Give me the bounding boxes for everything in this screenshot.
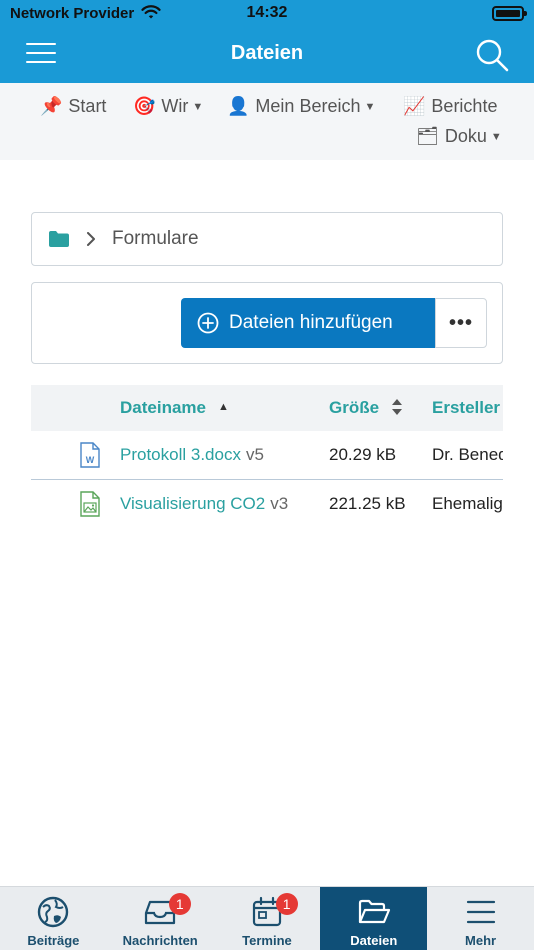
tab-label: Termine [242, 933, 292, 948]
word-file-icon: W [80, 442, 100, 468]
top-bar: Network Provider 14:32 Dateien [0, 0, 534, 83]
file-version: v3 [270, 494, 289, 513]
file-creator: Ehemaliger [432, 494, 503, 513]
status-bar: Network Provider 14:32 [0, 0, 534, 28]
file-table: Dateiname ▲ Größe Ersteller W Protokoll 3… [31, 385, 503, 529]
subnav-item-label: Start [68, 96, 107, 116]
sort-icon [392, 398, 403, 415]
breadcrumb: Formulare [31, 212, 503, 266]
more-options-button[interactable]: ••• [435, 298, 487, 348]
card-index-icon: 🗂 [416, 126, 439, 146]
tab-label: Mehr [465, 933, 497, 948]
table-row[interactable]: W Protokoll 3.docxv5 20.29 kB Dr. Benedi… [31, 431, 503, 480]
notification-badge: 1 [275, 893, 298, 915]
chevron-down-icon: ▼ [364, 100, 376, 113]
folder-icon[interactable] [48, 230, 70, 248]
status-time: 14:32 [246, 4, 288, 21]
svg-text:W: W [86, 455, 95, 465]
chevron-down-icon: ▼ [490, 130, 502, 143]
file-creator: Dr. Benedikt [432, 445, 503, 464]
navigation-bar: Dateien [0, 28, 534, 83]
tab-nachrichten[interactable]: 1 Nachrichten [107, 887, 214, 950]
battery-icon [492, 6, 527, 21]
column-header-size[interactable]: Größe [329, 398, 403, 418]
subnav-item-doku[interactable]: 🗂 Doku ▼ [416, 126, 502, 147]
image-file-icon [80, 491, 100, 517]
search-icon[interactable] [474, 37, 510, 73]
chart-increasing-icon: 📈 [403, 96, 426, 116]
chevron-down-icon: ▼ [192, 100, 204, 113]
tab-label: Nachrichten [122, 933, 198, 948]
file-size: 221.25 kB [329, 494, 406, 513]
column-header-name-label: Dateiname [120, 398, 206, 417]
file-name-link[interactable]: Protokoll 3.docx v5 [120, 445, 264, 465]
subnav-item-label: Berichte [431, 96, 498, 116]
column-header-size-label: Größe [329, 398, 380, 417]
add-files-button[interactable]: Dateien hinzufügen [181, 298, 436, 348]
file-size: 20.29 kB [329, 445, 397, 464]
notification-badge: 1 [168, 893, 191, 915]
subnav-item-berichte[interactable]: 📈 Berichte [403, 96, 497, 117]
file-version: v5 [245, 445, 264, 464]
globe-icon [38, 896, 69, 928]
sort-ascending-icon: ▲ [217, 401, 229, 413]
section-navigation: 📌 Start 🎯 Wir ▼ 👤 Mein Bereich ▼ 📈 Beric… [0, 83, 534, 160]
breadcrumb-current: Formulare [112, 228, 199, 249]
plus-circle-icon [197, 312, 219, 334]
file-name: Visualisierung CO2 [120, 494, 266, 513]
add-files-label: Dateien hinzufügen [229, 312, 393, 333]
menu-icon [466, 900, 495, 924]
bottom-tab-bar: Beiträge 1 Nachrichten 1 Termine Dateien [0, 886, 534, 950]
target-icon: 🎯 [133, 96, 156, 116]
column-header-creator[interactable]: Ersteller [432, 398, 500, 418]
file-actions: Dateien hinzufügen ••• [31, 282, 503, 364]
subnav-item-mein-bereich[interactable]: 👤 Mein Bereich ▼ [227, 96, 375, 117]
tab-dateien[interactable]: Dateien [320, 887, 428, 950]
table-header: Dateiname ▲ Größe Ersteller [31, 385, 503, 431]
tab-termine[interactable]: 1 Termine [214, 887, 321, 950]
table-row[interactable]: Visualisierung CO2v3 221.25 kB Ehemalige… [31, 480, 503, 529]
column-header-name[interactable]: Dateiname ▲ [120, 398, 229, 418]
pin-icon: 📌 [40, 96, 63, 116]
chevron-right-icon [87, 232, 95, 246]
folder-open-icon [358, 899, 390, 924]
subnav-item-label: Mein Bereich [255, 96, 361, 116]
subnav-item-wir[interactable]: 🎯 Wir ▼ [133, 96, 203, 117]
page-title: Dateien [230, 42, 304, 64]
subnav-item-start[interactable]: 📌 Start [40, 96, 106, 117]
subnav-item-label: Wir [161, 96, 189, 116]
tab-label: Dateien [350, 933, 398, 948]
user-icon: 👤 [227, 96, 250, 116]
tab-beitraege[interactable]: Beiträge [0, 887, 107, 950]
file-name: Protokoll 3.docx [120, 445, 241, 464]
subnav-item-label: Doku [444, 126, 487, 146]
tab-mehr[interactable]: Mehr [427, 887, 534, 950]
tab-label: Beiträge [27, 933, 80, 948]
file-name-link[interactable]: Visualisierung CO2 v3 [120, 494, 288, 514]
